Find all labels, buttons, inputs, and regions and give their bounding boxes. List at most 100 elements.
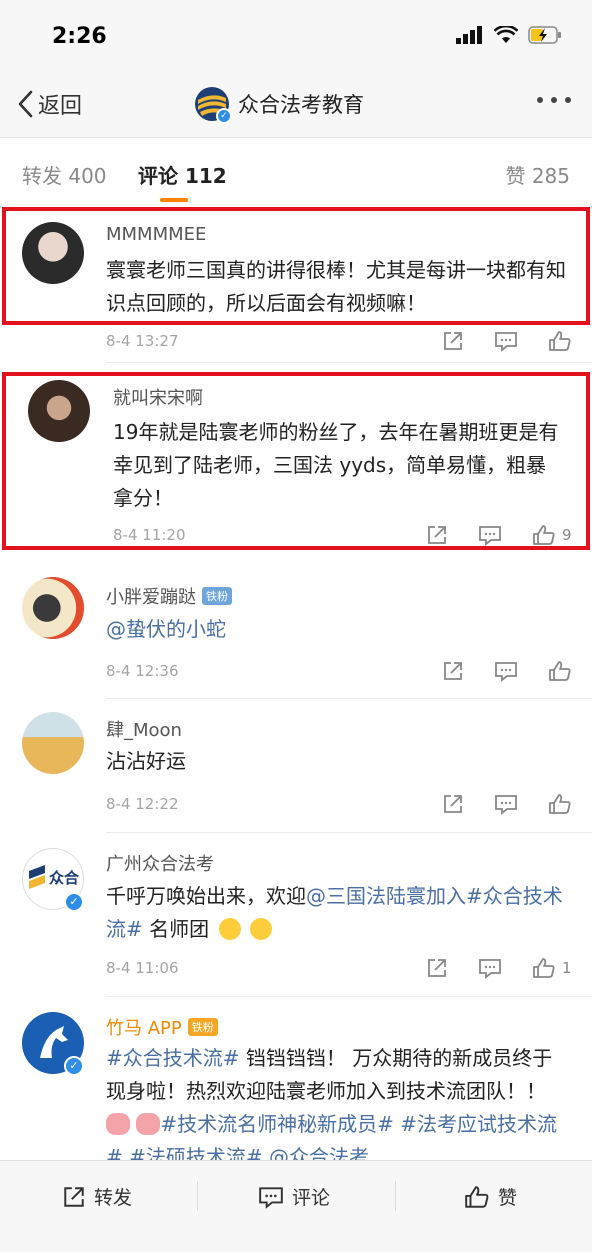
- like-action[interactable]: [548, 330, 578, 352]
- like-action[interactable]: 1: [532, 957, 572, 979]
- separator: [197, 1181, 198, 1211]
- avatar[interactable]: [28, 380, 90, 442]
- comment-text: 寰寰老师三国真的讲得很棒！尤其是每讲一块都有知识点回顾的，所以后面会有视频嘛！: [106, 258, 566, 315]
- verified-icon: ✓: [64, 1056, 84, 1076]
- share-icon[interactable]: [426, 524, 448, 546]
- text-suffix: 名师团: [142, 917, 210, 941]
- fan-badge: 铁粉: [202, 587, 232, 605]
- username-text: 竹马 APP: [106, 1018, 182, 1039]
- signal-icon: [456, 26, 482, 44]
- tab-comments[interactable]: 评论 112: [138, 160, 227, 189]
- separator: [395, 1181, 396, 1211]
- status-bar: 2:26: [0, 0, 592, 74]
- username-text: 小胖爱蹦跶: [106, 587, 196, 608]
- comment-text: 19年就是陆寰老师的粉丝了，去年在暑期班更是有幸见到了陆老师，三国法 yyds，…: [113, 420, 559, 510]
- like-action[interactable]: [548, 793, 578, 815]
- divider: [106, 698, 592, 699]
- comment-icon[interactable]: [494, 660, 518, 682]
- tab-indicator: [160, 198, 188, 202]
- comment-item: ✓ 竹马 APP 铁粉 #众合技术流# 铛铛铛铛！ 万众期待的新成员终于现身啦！热…: [0, 1000, 592, 1160]
- bottom-action-bar: 转发 评论 赞: [0, 1160, 592, 1252]
- topic-tag[interactable]: #众合技术流#: [106, 1046, 240, 1070]
- divider: [106, 832, 592, 833]
- topic-tag[interactable]: #技术流名师神秘新成员#: [160, 1112, 394, 1136]
- comment-text: #众合技术流# 铛铛铛铛！ 万众期待的新成员终于现身啦！热烈欢迎陆寰老师加入到技…: [106, 1042, 566, 1160]
- nav-bar: 返回 ✓ 众合法考教育: [0, 74, 592, 138]
- wifi-icon: [494, 26, 518, 43]
- text-prefix: 千呼万唤始出来，欢迎: [106, 884, 306, 908]
- comment-username[interactable]: 就叫宋宋啊: [113, 384, 203, 410]
- nav-account[interactable]: ✓ 众合法考教育: [194, 86, 364, 124]
- share-icon[interactable]: [442, 793, 464, 815]
- comment-icon: [259, 1186, 283, 1209]
- divider: [106, 362, 592, 363]
- thumbs-up-icon: [549, 661, 571, 681]
- like-button[interactable]: 赞: [464, 1183, 517, 1210]
- thumbs-up-icon: [549, 331, 571, 351]
- comment-item: 就叫宋宋啊 19年就是陆寰老师的粉丝了，去年在暑期班更是有幸见到了陆老师，三国法…: [0, 372, 592, 552]
- comment-username[interactable]: 广州众合法考: [106, 850, 214, 876]
- back-button[interactable]: 返回: [16, 88, 82, 120]
- pig-emoji-icon: [136, 1113, 161, 1135]
- thumbs-up-icon: [549, 794, 571, 814]
- comment-icon[interactable]: [478, 524, 502, 546]
- nav-title: 众合法考教育: [238, 93, 364, 117]
- comment-mention[interactable]: @蛰伏的小蛇: [106, 613, 226, 646]
- tab-repost[interactable]: 转发 400: [22, 160, 107, 189]
- comment-username[interactable]: MMMMMEE: [106, 224, 206, 245]
- status-time: 2:26: [52, 24, 107, 49]
- status-icons: [456, 26, 562, 44]
- like-action[interactable]: 9: [532, 524, 572, 546]
- comment-time: 8-4 12:36: [106, 662, 179, 680]
- thumbs-up-icon: [533, 958, 555, 978]
- comment-icon[interactable]: [494, 330, 518, 352]
- avatar[interactable]: [22, 222, 84, 284]
- comment-username[interactable]: 小胖爱蹦跶 铁粉: [106, 583, 232, 609]
- repost-button[interactable]: 转发: [62, 1183, 132, 1210]
- like-count: 9: [562, 526, 572, 544]
- back-label: 返回: [38, 94, 83, 119]
- share-icon[interactable]: [426, 957, 448, 979]
- comment-time: 8-4 12:22: [106, 795, 179, 813]
- tabs: 转发 400 评论 112 赞 285: [0, 138, 592, 204]
- chevron-left-icon: [18, 90, 33, 118]
- comment-text: 沾沾好运: [106, 749, 186, 773]
- verified-icon: ✓: [216, 108, 232, 124]
- comment-actions: [442, 793, 578, 815]
- comment-label: 评论: [292, 1187, 331, 1209]
- share-icon[interactable]: [442, 330, 464, 352]
- avatar-text: 众合: [49, 869, 80, 887]
- comment-time: 8-4 11:06: [106, 959, 179, 977]
- tab-likes[interactable]: 赞 285: [505, 160, 570, 189]
- comment-item: 肆_Moon 沾沾好运 8-4 12:22: [0, 700, 592, 832]
- thumbs-up-icon: [533, 525, 555, 545]
- avatar[interactable]: [22, 577, 84, 639]
- pig-emoji-icon: [106, 1113, 130, 1135]
- comment-mention[interactable]: @众合法考: [269, 1145, 369, 1160]
- comment-item: 众合 ✓ 广州众合法考 千呼万唤始出来，欢迎@三国法陆寰加入#众合技术流# 名师…: [0, 836, 592, 996]
- comment-actions: 9: [426, 524, 572, 546]
- like-action[interactable]: [548, 660, 578, 682]
- like-label: 赞: [498, 1187, 518, 1209]
- account-logo-icon: ✓: [194, 86, 232, 124]
- topic-tag[interactable]: #法硕技术流#: [129, 1145, 263, 1160]
- comment-username[interactable]: 肆_Moon: [106, 716, 182, 742]
- like-count: 1: [562, 959, 572, 977]
- share-icon[interactable]: [442, 660, 464, 682]
- verified-icon: ✓: [64, 892, 84, 912]
- grin-emoji-icon: [249, 918, 272, 940]
- comment-time: 8-4 13:27: [106, 332, 179, 350]
- more-icon[interactable]: [536, 96, 572, 104]
- avatar[interactable]: [22, 712, 84, 774]
- comment-text: 千呼万唤始出来，欢迎@三国法陆寰加入#众合技术流# 名师团: [106, 880, 572, 946]
- fan-badge: 铁粉: [187, 1018, 218, 1036]
- comment-icon[interactable]: [478, 957, 502, 979]
- share-icon: [64, 1186, 84, 1207]
- comment-button[interactable]: 评论: [258, 1183, 330, 1210]
- shy-emoji-icon: [219, 918, 242, 940]
- comment-actions: 1: [426, 957, 572, 979]
- comment-username[interactable]: 竹马 APP 铁粉: [106, 1014, 218, 1040]
- battery-charging-icon: [528, 26, 561, 44]
- comment-icon[interactable]: [494, 793, 518, 815]
- divider: [106, 996, 592, 997]
